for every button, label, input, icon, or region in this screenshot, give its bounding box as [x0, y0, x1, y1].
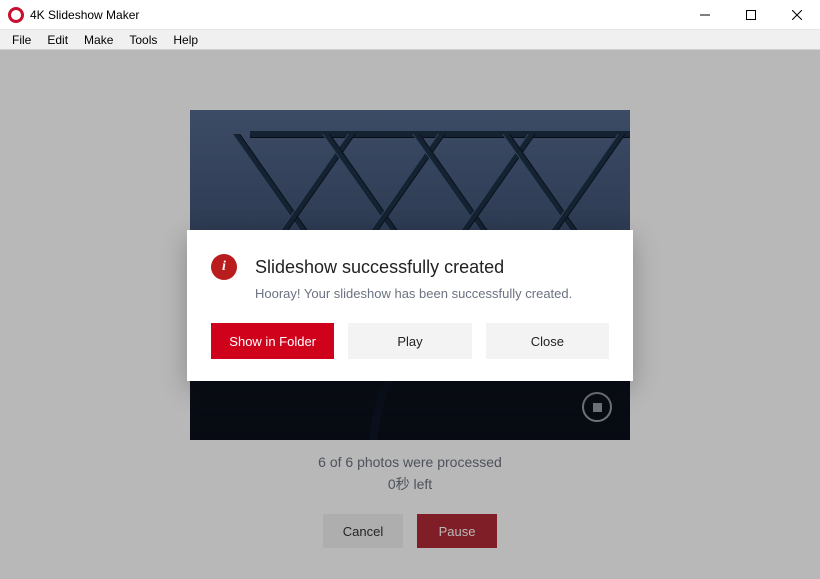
app-icon	[8, 7, 24, 23]
dialog-title: Slideshow successfully created	[255, 257, 504, 278]
close-icon	[792, 10, 802, 20]
window-titlebar: 4K Slideshow Maker	[0, 0, 820, 30]
dialog-subtitle: Hooray! Your slideshow has been successf…	[255, 286, 609, 301]
show-in-folder-button[interactable]: Show in Folder	[211, 323, 334, 359]
close-dialog-button[interactable]: Close	[486, 323, 609, 359]
maximize-icon	[746, 10, 756, 20]
menu-edit[interactable]: Edit	[39, 32, 76, 48]
success-dialog: i Slideshow successfully created Hooray!…	[187, 230, 633, 381]
menu-bar: File Edit Make Tools Help	[0, 30, 820, 50]
menu-tools[interactable]: Tools	[121, 32, 165, 48]
info-icon: i	[211, 254, 237, 280]
window-title: 4K Slideshow Maker	[30, 8, 139, 22]
maximize-button[interactable]	[728, 0, 774, 30]
menu-file[interactable]: File	[4, 32, 39, 48]
menu-make[interactable]: Make	[76, 32, 121, 48]
dialog-buttons: Show in Folder Play Close	[211, 323, 609, 359]
play-button[interactable]: Play	[348, 323, 471, 359]
minimize-icon	[700, 10, 710, 20]
minimize-button[interactable]	[682, 0, 728, 30]
menu-help[interactable]: Help	[165, 32, 206, 48]
close-window-button[interactable]	[774, 0, 820, 30]
